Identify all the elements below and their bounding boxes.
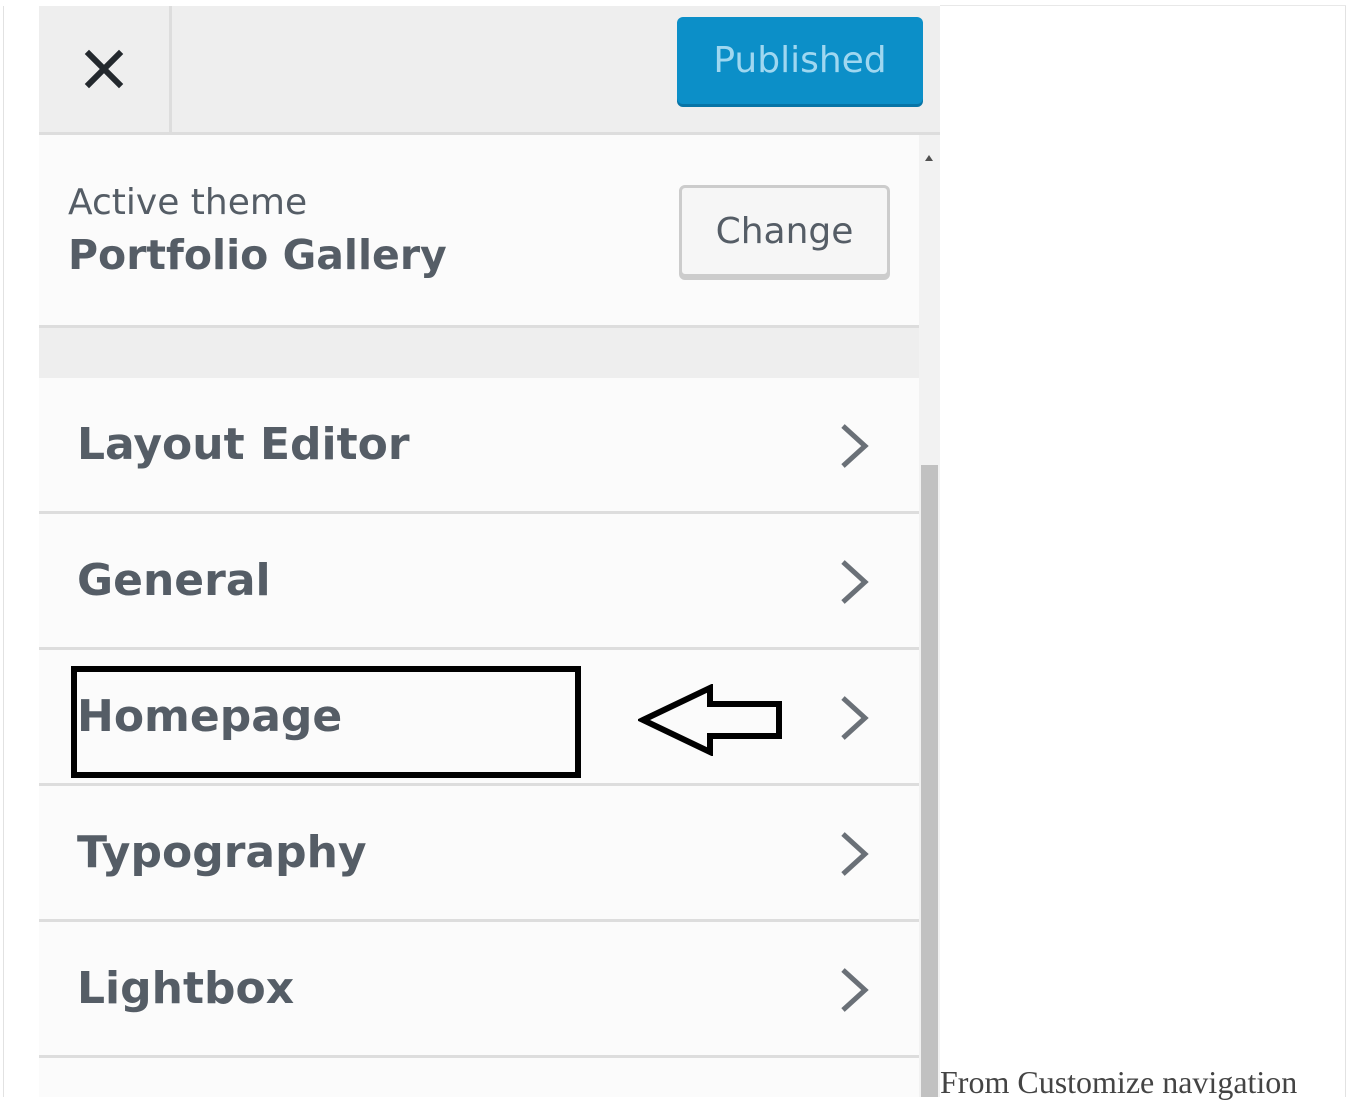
publish-button[interactable]: Published — [677, 17, 923, 104]
close-icon — [84, 49, 124, 89]
chevron-right-icon — [841, 424, 869, 468]
scroll-up-arrow-icon[interactable] — [925, 155, 933, 161]
chevron-right-icon — [841, 832, 869, 876]
section-divider — [39, 328, 919, 378]
menu-item-label: Typography — [77, 827, 367, 878]
active-theme-name: Portfolio Gallery — [68, 231, 447, 279]
chevron-right-icon — [841, 560, 869, 604]
active-theme-section: Active theme Portfolio Gallery Change — [39, 135, 919, 328]
active-theme-label: Active theme — [68, 182, 308, 223]
customizer-panel: Published Active theme Portfolio Gallery… — [39, 6, 940, 1097]
menu-item-lightbox[interactable]: Lightbox — [39, 922, 919, 1058]
menu-item-label: Lightbox — [77, 963, 295, 1014]
frame-left-border — [3, 6, 4, 1097]
customizer-header: Published — [39, 6, 940, 135]
menu-item-general[interactable]: General — [39, 514, 919, 650]
left-arrow-icon — [638, 684, 782, 756]
annotation-highlight-box — [71, 666, 581, 778]
change-theme-button[interactable]: Change — [679, 185, 890, 277]
menu-item-layout-editor[interactable]: Layout Editor — [39, 378, 919, 514]
scrollbar-track[interactable] — [919, 135, 940, 1097]
frame-right-border — [1345, 6, 1346, 1097]
image-caption: From Customize navigation — [940, 1064, 1298, 1100]
menu-item-label: General — [77, 555, 271, 606]
close-button[interactable] — [39, 6, 172, 132]
scrollbar-thumb[interactable] — [921, 465, 938, 1097]
chevron-right-icon — [841, 696, 869, 740]
chevron-right-icon — [841, 968, 869, 1012]
menu-item-label: Layout Editor — [77, 419, 410, 470]
frame-top-border — [940, 5, 1346, 6]
menu-item-typography[interactable]: Typography — [39, 786, 919, 922]
